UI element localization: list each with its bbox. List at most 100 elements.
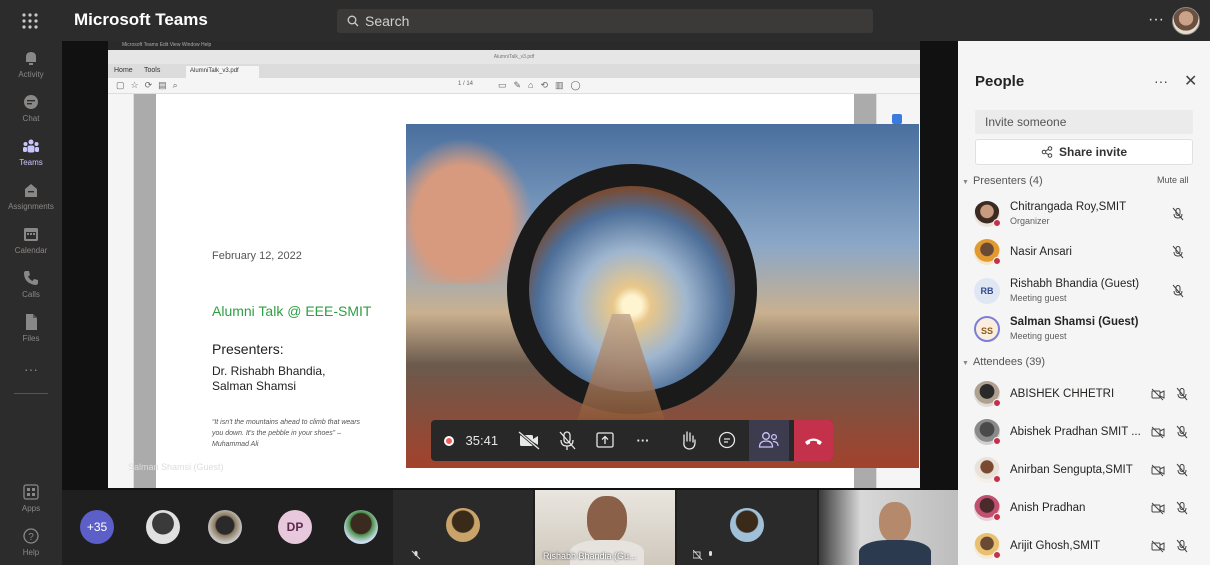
chat-bubble-icon bbox=[718, 431, 736, 449]
rail-more-apps[interactable]: ··· bbox=[0, 361, 62, 377]
presence-busy-icon bbox=[993, 551, 1001, 559]
chat-icon bbox=[22, 93, 40, 111]
mute-all-button[interactable]: Mute all bbox=[1157, 175, 1189, 185]
participant-name: Rishabh Bhandia (Guest) bbox=[1010, 278, 1140, 290]
camera-off-icon bbox=[1151, 387, 1165, 401]
mic-toggle-button[interactable] bbox=[549, 420, 585, 461]
pdf-toolbar: ▢☆⟳▤⌕ 1 / 14 ▭✎⌂⟲▥◯ bbox=[108, 78, 920, 94]
teams-icon bbox=[22, 137, 40, 155]
participant-row[interactable]: Nasir Ansari bbox=[958, 235, 1210, 271]
mic-off-icon[interactable] bbox=[1171, 245, 1185, 259]
rail-item-calls[interactable]: Calls bbox=[0, 269, 62, 299]
rail-item-calendar[interactable]: Calendar bbox=[0, 225, 62, 255]
app-title: Microsoft Teams bbox=[74, 10, 208, 29]
share-invite-button[interactable]: Share invite bbox=[975, 139, 1193, 165]
calendar-icon bbox=[22, 225, 40, 243]
participant-role: Meeting guest bbox=[1010, 331, 1067, 341]
rail-item-files[interactable]: Files bbox=[0, 313, 62, 343]
participant-avatar bbox=[730, 508, 764, 542]
mic-off-icon[interactable] bbox=[1171, 207, 1185, 221]
presence-busy-icon bbox=[993, 219, 1001, 227]
participant-row[interactable]: Chitrangada Roy,SMIT Organizer bbox=[958, 197, 1210, 233]
shared-window-title: AlumniTalk_v3.pdf bbox=[108, 50, 920, 64]
rail-item-activity[interactable]: Activity bbox=[0, 49, 62, 79]
help-icon: ? bbox=[22, 527, 40, 545]
rail-item-apps[interactable]: Apps bbox=[0, 483, 62, 513]
participant-tile bbox=[393, 490, 533, 565]
title-bar: Microsoft Teams Search ··· bbox=[0, 0, 1210, 41]
participant-video-face bbox=[587, 496, 627, 544]
participant-name: Abishek Pradhan SMIT ... bbox=[1010, 426, 1141, 438]
share-link-icon bbox=[1041, 146, 1053, 158]
mic-off-icon bbox=[411, 550, 421, 560]
app-launcher-icon[interactable] bbox=[18, 9, 42, 33]
leave-call-button[interactable] bbox=[794, 420, 833, 461]
rail-label: Calendar bbox=[14, 246, 48, 255]
tab-tools: Tools bbox=[144, 67, 161, 74]
panel-more-button[interactable]: ··· bbox=[1154, 73, 1168, 89]
more-actions-button[interactable]: ··· bbox=[625, 420, 661, 461]
participant-name: Nasir Ansari bbox=[1010, 246, 1072, 258]
presence-busy-icon bbox=[993, 257, 1001, 265]
overflow-participants-button[interactable]: +35 bbox=[80, 510, 114, 544]
participant-tile bbox=[677, 490, 817, 565]
attendees-section-toggle[interactable]: ▼ Attendees (39) bbox=[962, 356, 1045, 368]
bell-icon bbox=[22, 49, 40, 67]
participant-video bbox=[819, 490, 958, 565]
slide-title: Alumni Talk @ EEE-SMIT bbox=[212, 303, 372, 319]
participant-row[interactable]: SS Salman Shamsi (Guest) Meeting guest bbox=[958, 312, 1210, 348]
mic-off-icon[interactable] bbox=[1171, 284, 1185, 298]
slide-date: February 12, 2022 bbox=[212, 250, 302, 262]
chat-button[interactable] bbox=[709, 420, 745, 461]
share-screen-button[interactable] bbox=[587, 420, 623, 461]
rail-divider bbox=[14, 393, 48, 394]
participant-row[interactable]: Anirban Sengupta,SMIT bbox=[958, 453, 1210, 489]
presence-busy-icon bbox=[993, 513, 1001, 521]
invite-input[interactable]: Invite someone bbox=[975, 110, 1193, 134]
participant-avatar-initials: SS bbox=[974, 316, 1000, 342]
rail-item-teams[interactable]: Teams bbox=[0, 137, 62, 167]
participant-strip: +35 DP Rishabh Bhandia (Gu... bbox=[62, 490, 958, 565]
participants-button[interactable] bbox=[749, 420, 789, 461]
participant-name: Chitrangada Roy,SMIT bbox=[1010, 201, 1127, 213]
participant-row[interactable]: Arijit Ghosh,SMIT bbox=[958, 529, 1210, 565]
apps-icon bbox=[22, 483, 40, 501]
participant-row[interactable]: ABISHEK CHHETRI bbox=[958, 377, 1210, 413]
teams-window: Microsoft Teams Search ··· Activity Chat… bbox=[0, 0, 1210, 565]
camera-off-icon bbox=[1151, 425, 1165, 439]
rail-label: Assignments bbox=[8, 202, 54, 211]
presence-busy-icon bbox=[993, 437, 1001, 445]
raise-hand-button[interactable] bbox=[671, 420, 707, 461]
camera-off-icon bbox=[518, 430, 540, 451]
participant-row[interactable]: Abishek Pradhan SMIT ... bbox=[958, 415, 1210, 451]
participant-avatar bbox=[344, 510, 378, 544]
rail-item-chat[interactable]: Chat bbox=[0, 93, 62, 123]
slide-presenters-heading: Presenters: bbox=[212, 341, 284, 357]
search-input[interactable]: Search bbox=[337, 9, 873, 33]
presenters-section-toggle[interactable]: ▼ Presenters (4) bbox=[962, 175, 1043, 187]
pdf-left-pane bbox=[108, 94, 134, 488]
participant-video-rishabh: Rishabh Bhandia (Gu... bbox=[535, 490, 675, 565]
camera-mic-off-icons bbox=[693, 550, 719, 560]
participant-row[interactable]: Anish Pradhan bbox=[958, 491, 1210, 527]
user-avatar[interactable] bbox=[1172, 7, 1200, 35]
camera-toggle-button[interactable] bbox=[511, 420, 547, 461]
participant-name: Anirban Sengupta,SMIT bbox=[1010, 464, 1133, 476]
pdf-annotate-icons: ▭✎⌂⟲▥◯ bbox=[498, 80, 588, 90]
close-icon[interactable]: ✕ bbox=[1184, 71, 1197, 91]
tab-document: AlumniTalk_v3.pdf bbox=[186, 66, 259, 78]
participant-name: ABISHEK CHHETRI bbox=[1010, 388, 1115, 400]
settings-more-button[interactable]: ··· bbox=[1148, 11, 1164, 29]
hand-icon bbox=[683, 431, 696, 450]
participant-avatar-initials: RB bbox=[974, 278, 1000, 304]
participant-row[interactable]: RB Rishabh Bhandia (Guest) Meeting guest bbox=[958, 274, 1210, 310]
rail-item-assignments[interactable]: Assignments bbox=[0, 181, 62, 211]
mic-off-icon bbox=[1176, 387, 1188, 401]
presence-busy-icon bbox=[993, 475, 1001, 483]
rail-item-help[interactable]: ? Help bbox=[0, 527, 62, 557]
presenters-heading: Presenters (4) bbox=[972, 175, 1043, 187]
assignments-icon bbox=[22, 181, 40, 199]
mic-off-icon bbox=[1176, 425, 1188, 439]
participant-avatar-dp: DP bbox=[278, 510, 312, 544]
slide-presenter-names: Dr. Rishabh Bhandia, Salman Shamsi bbox=[212, 364, 326, 393]
